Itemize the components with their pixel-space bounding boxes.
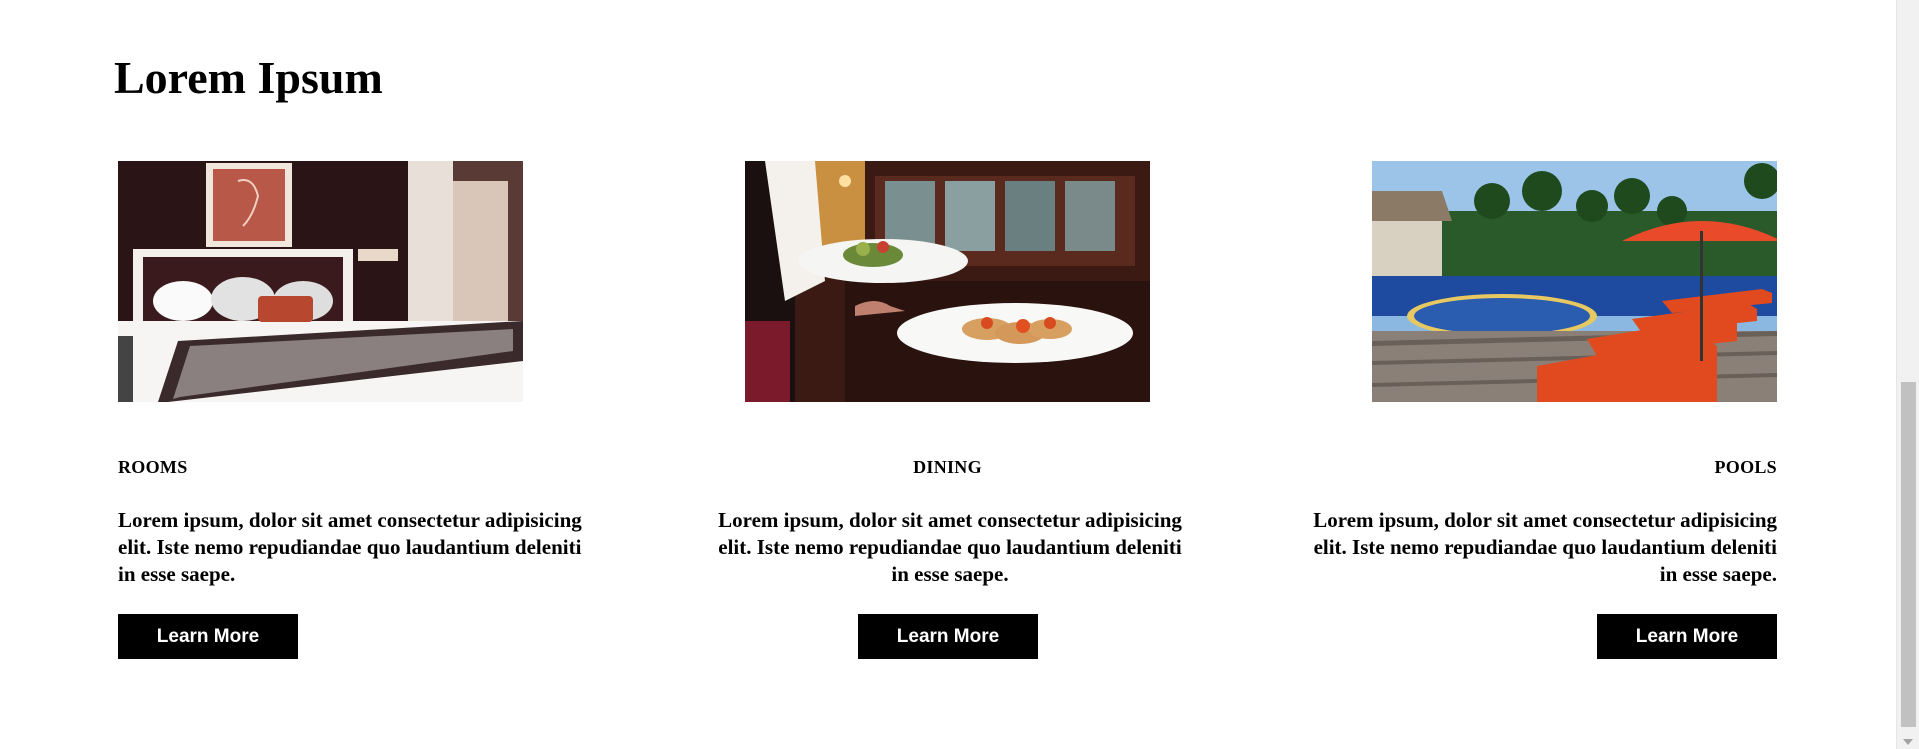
- card-pools: POOLS Lorem ipsum, dolor sit amet consec…: [1277, 161, 1777, 661]
- card-rooms: ROOMS Lorem ipsum, dolor sit amet consec…: [118, 161, 618, 661]
- hotel-room-image: [118, 161, 523, 402]
- card-title: ROOMS: [118, 457, 188, 477]
- card-title: DINING: [913, 457, 982, 477]
- learn-more-button[interactable]: Learn More: [1597, 614, 1777, 659]
- pool-image: [1372, 161, 1777, 402]
- card-title: POOLS: [1714, 457, 1777, 477]
- scrollbar-thumb[interactable]: [1901, 382, 1916, 727]
- vertical-scrollbar[interactable]: [1896, 0, 1919, 749]
- section-title: Lorem Ipsum: [114, 52, 383, 103]
- card-description: Lorem ipsum, dolor sit amet consectetur …: [118, 508, 582, 586]
- learn-more-button[interactable]: Learn More: [118, 614, 298, 659]
- scroll-down-arrow-icon[interactable]: [1903, 739, 1913, 745]
- dining-image: [745, 161, 1150, 402]
- card-dining: DINING Lorem ipsum, dolor sit amet conse…: [700, 161, 1200, 661]
- card-description: Lorem ipsum, dolor sit amet consectetur …: [1313, 508, 1777, 586]
- card-description: Lorem ipsum, dolor sit amet consectetur …: [718, 508, 1182, 586]
- learn-more-button[interactable]: Learn More: [858, 614, 1038, 659]
